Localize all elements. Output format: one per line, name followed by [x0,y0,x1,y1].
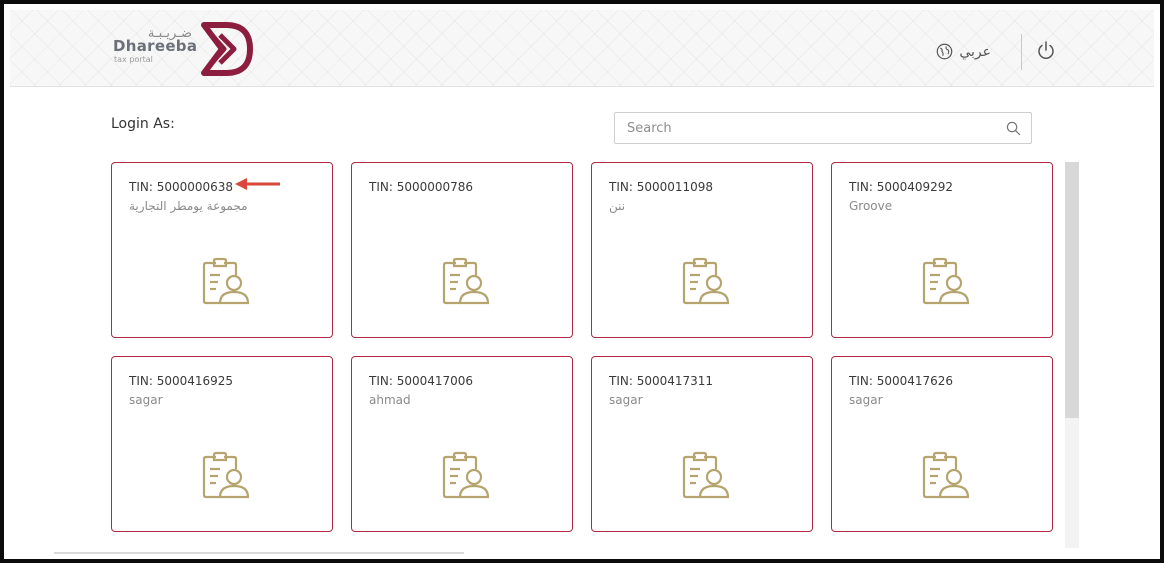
taxpayer-card[interactable]: TIN: 5000000786 [351,162,573,338]
clipboard-user-icon [922,451,970,499]
language-switch[interactable]: عربي [936,43,991,60]
globe-icon [937,43,953,60]
login-as-heading: Login As: [111,116,175,132]
card-tin: TIN: 5000011098 [609,180,714,194]
search-box[interactable] [614,112,1032,144]
annotation-arrow-icon [235,178,280,190]
clipboard-user-icon [682,257,730,305]
search-input[interactable] [625,119,1006,137]
clipboard-user-icon [442,451,490,499]
card-tin: TIN: 5000409292 [849,180,954,194]
taxpayer-card[interactable]: TIN: 5000409292 Groove [831,162,1053,338]
app-frame: ضـريـبـة Dhareeba tax portal عربي Login … [0,0,1164,563]
logo-subtitle: tax portal [114,55,153,64]
clipboard-user-icon [202,451,250,499]
card-name: Groove [849,199,893,213]
card-name: ahmad [369,393,411,407]
search-icon[interactable] [1006,121,1021,136]
scrollbar-thumb[interactable] [1065,162,1079,418]
logo-name: Dhareeba [113,37,198,55]
card-tin: TIN: 5000417006 [369,374,474,388]
taxpayer-card[interactable]: TIN: 5000000638 مجموعة يومطر التجارية [111,162,333,338]
card-name: مجموعة يومطر التجارية [129,199,248,213]
card-tin: TIN: 5000416925 [129,374,234,388]
power-icon[interactable] [1036,40,1056,62]
card-name: sagar [129,393,163,407]
taxpayer-card[interactable]: TIN: 5000416925 sagar [111,356,333,532]
clipboard-user-icon [202,257,250,305]
card-tin: TIN: 5000000786 [369,180,474,194]
dhareeba-logo-icon [201,22,253,76]
taxpayer-card-grid: TIN: 5000000638 مجموعة يومطر التجارية TI… [111,162,1053,532]
card-name: ننن [609,199,626,213]
taxpayer-card[interactable]: TIN: 5000011098 ننن [591,162,813,338]
clipboard-user-icon [442,257,490,305]
clipboard-user-icon [922,257,970,305]
taxpayer-card[interactable]: TIN: 5000417006 ahmad [351,356,573,532]
card-name: sagar [609,393,643,407]
taxpayer-card[interactable]: TIN: 5000417311 sagar [591,356,813,532]
bottom-divider [54,552,464,554]
card-name: sagar [849,393,883,407]
card-tin: TIN: 5000000638 [129,180,234,194]
language-label: عربي [959,43,991,60]
card-tin: TIN: 5000417626 [849,374,954,388]
header-divider [1021,34,1022,70]
header: ضـريـبـة Dhareeba tax portal عربي [10,10,1154,87]
card-tin: TIN: 5000417311 [609,374,714,388]
clipboard-user-icon [682,451,730,499]
taxpayer-card[interactable]: TIN: 5000417626 sagar [831,356,1053,532]
